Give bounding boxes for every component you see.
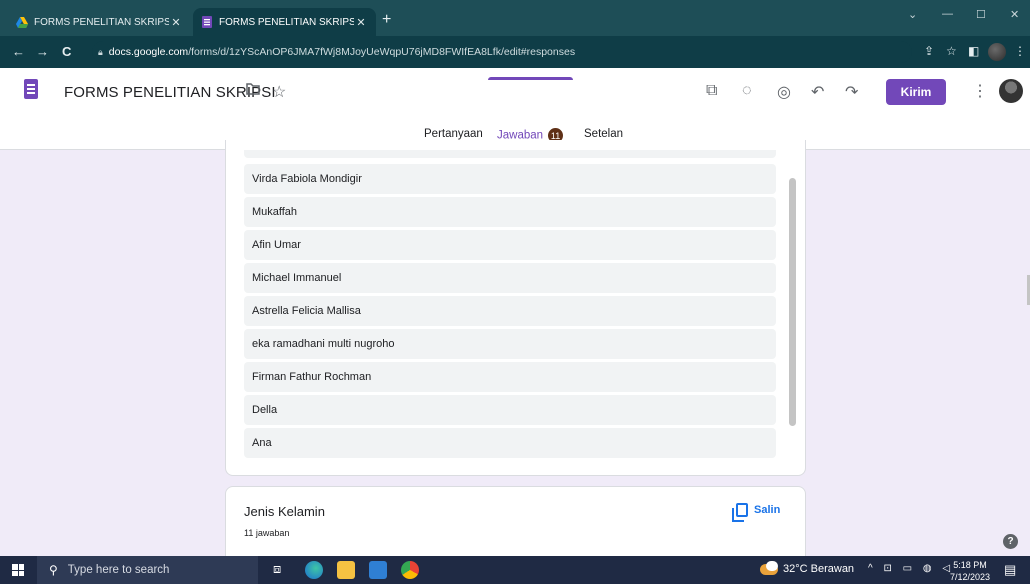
list-item: Della bbox=[244, 395, 776, 425]
question-title: Jenis Kelamin bbox=[244, 504, 325, 519]
back-icon[interactable]: ← bbox=[12, 44, 25, 59]
palette-icon[interactable]: ◌ bbox=[742, 82, 752, 100]
reload-icon[interactable]: C bbox=[62, 44, 71, 59]
share-icon[interactable]: ⇪ bbox=[924, 44, 934, 58]
copy-icon bbox=[732, 503, 748, 522]
browser-menu-icon[interactable]: ⋮ bbox=[1014, 44, 1026, 58]
list-item: Astrella Felicia Mallisa bbox=[244, 296, 776, 326]
url-domain: docs.google.com bbox=[108, 46, 189, 58]
system-tray-icons[interactable]: ^ ⊡ ▭ ◍ ◁ bbox=[868, 563, 954, 574]
browser-profile-avatar[interactable] bbox=[988, 43, 1006, 61]
star-icon[interactable]: ☆ bbox=[272, 82, 286, 102]
tab-questions[interactable]: Pertanyaan bbox=[424, 128, 483, 140]
url-path: /forms/d/1zYScAnOP6JMA7fWj8MJoyUeWqpU76j… bbox=[188, 46, 576, 58]
help-icon[interactable]: ? bbox=[1003, 534, 1018, 549]
mail-icon[interactable] bbox=[369, 561, 387, 579]
close-tab-icon[interactable]: ✕ bbox=[354, 16, 368, 29]
chrome-icon[interactable] bbox=[401, 561, 419, 579]
windows-taskbar: ⚲ Type here to search ⧈ 32°C Berawan ^ ⊡… bbox=[0, 556, 1030, 584]
addon-puzzle-icon[interactable]: ⧉ bbox=[706, 82, 717, 100]
side-panel-icon[interactable]: ◧ bbox=[968, 44, 979, 58]
browser-tab-active[interactable]: FORMS PENELITIAN SKRIPSI - Go ✕ bbox=[193, 8, 376, 36]
preview-eye-icon[interactable]: ◎ bbox=[777, 82, 791, 102]
weather-cloud-icon bbox=[760, 560, 778, 575]
edge-browser-icon[interactable] bbox=[305, 561, 323, 579]
minimize-icon[interactable]: — bbox=[942, 8, 953, 20]
undo-icon[interactable]: ↶ bbox=[811, 82, 824, 102]
weather-widget[interactable]: 32°C Berawan bbox=[760, 560, 855, 575]
google-forms-icon bbox=[201, 16, 213, 28]
tab-settings[interactable]: Setelan bbox=[584, 128, 623, 140]
close-window-icon[interactable]: ✕ bbox=[1010, 8, 1019, 21]
close-tab-icon[interactable]: ✕ bbox=[169, 16, 183, 29]
bookmark-star-icon[interactable]: ☆ bbox=[946, 44, 957, 58]
forward-icon[interactable]: → bbox=[36, 44, 49, 59]
folder-icon[interactable] bbox=[246, 82, 260, 100]
form-title[interactable]: FORMS PENELITIAN SKRIPSI bbox=[64, 84, 276, 101]
maximize-icon[interactable]: ☐ bbox=[976, 8, 986, 21]
send-button[interactable]: Kirim bbox=[886, 79, 946, 105]
google-drive-icon bbox=[16, 16, 28, 28]
clock-date: 7/12/2023 bbox=[950, 572, 991, 582]
question-card: Jenis Kelamin 11 jawaban Salin bbox=[225, 486, 806, 566]
clock-time: 5:18 PM bbox=[953, 560, 987, 570]
google-forms-logo-icon[interactable] bbox=[24, 79, 38, 99]
account-avatar[interactable] bbox=[999, 79, 1023, 103]
list-item: eka ramadhani multi nugroho bbox=[244, 329, 776, 359]
response-count: 11 jawaban bbox=[244, 528, 290, 538]
copy-label: Salin bbox=[754, 504, 781, 516]
notification-center-icon[interactable]: ▤ bbox=[1004, 562, 1016, 578]
responses-card: Virda Fabiola Mondigir Mukaffah Afin Uma… bbox=[225, 140, 806, 476]
file-explorer-icon[interactable] bbox=[337, 561, 355, 579]
list-item: Afin Umar bbox=[244, 230, 776, 260]
taskbar-search-placeholder: Type here to search bbox=[67, 564, 170, 576]
active-tab-indicator bbox=[488, 77, 573, 80]
forms-header: FORMS PENELITIAN SKRIPSI ☆ ⧉ ◌ ◎ ↶ ↷ Kir… bbox=[0, 68, 1030, 150]
new-tab-button[interactable]: + bbox=[382, 11, 391, 29]
tab-search-icon[interactable]: ⌄ bbox=[908, 8, 917, 21]
browser-tab-title: FORMS PENELITIAN SKRIPSI - Go bbox=[219, 16, 354, 28]
search-icon: ⚲ bbox=[49, 563, 58, 577]
windows-start-icon[interactable] bbox=[12, 564, 24, 576]
weather-text: 32°C Berawan bbox=[783, 563, 855, 575]
lock-icon: 🔒︎ bbox=[98, 46, 103, 57]
list-item-partial bbox=[244, 150, 776, 158]
taskbar-clock[interactable]: 5:18 PM 7/12/2023 bbox=[950, 559, 990, 583]
address-bar[interactable]: 🔒︎ docs.google.com /forms/d/1zYScAnOP6JM… bbox=[92, 41, 912, 63]
redo-icon[interactable]: ↷ bbox=[845, 82, 858, 102]
browser-tab[interactable]: FORMS PENELITIAN SKRIPSI - Go ✕ bbox=[8, 8, 191, 36]
copy-chart-button[interactable]: Salin bbox=[732, 503, 781, 522]
browser-tab-title: FORMS PENELITIAN SKRIPSI - Go bbox=[34, 16, 169, 28]
browser-toolbar: ← → C 🔒︎ docs.google.com /forms/d/1zYScA… bbox=[0, 36, 1030, 68]
list-item: Firman Fathur Rochman bbox=[244, 362, 776, 392]
list-item: Michael Immanuel bbox=[244, 263, 776, 293]
list-scrollbar[interactable] bbox=[789, 178, 796, 426]
list-item: Virda Fabiola Mondigir bbox=[244, 164, 776, 194]
more-options-icon[interactable]: ⋮ bbox=[972, 81, 988, 101]
list-item: Ana bbox=[244, 428, 776, 458]
list-item: Mukaffah bbox=[244, 197, 776, 227]
browser-tab-strip: FORMS PENELITIAN SKRIPSI - Go ✕ FORMS PE… bbox=[0, 0, 1030, 36]
taskbar-search[interactable]: ⚲ Type here to search bbox=[37, 556, 258, 584]
task-view-icon[interactable]: ⧈ bbox=[273, 561, 291, 579]
